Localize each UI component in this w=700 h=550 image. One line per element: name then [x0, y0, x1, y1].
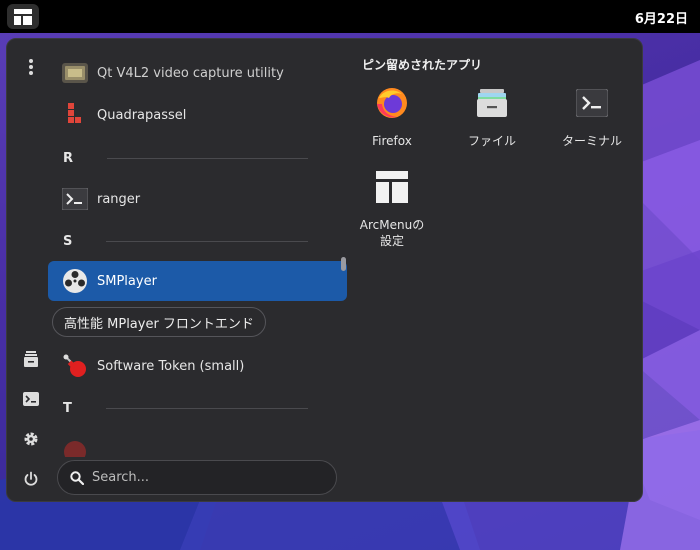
search-icon: [70, 470, 84, 485]
section-header-s: S: [63, 231, 308, 251]
more-options-button[interactable]: [17, 53, 45, 81]
gear-icon: [24, 432, 38, 446]
pinned-app-files[interactable]: ファイル: [444, 77, 540, 157]
app-label: Software Token (small): [97, 358, 245, 374]
pinned-app-label-line1: ArcMenuの: [359, 218, 425, 232]
smplayer-icon: [61, 267, 89, 295]
arcmenu-icon: [374, 169, 410, 205]
pinned-app-firefox[interactable]: Firefox: [344, 77, 440, 157]
app-item-partial[interactable]: [48, 425, 347, 457]
pinned-app-label-line2: 設定: [379, 234, 404, 248]
top-bar: 6月22日: [0, 0, 700, 33]
app-item-ranger[interactable]: ranger: [48, 179, 347, 219]
app-item-software-token[interactable]: Software Token (small): [48, 346, 347, 386]
app-item-smplayer[interactable]: SMPlayer: [48, 261, 347, 301]
section-header-r: R: [63, 148, 308, 168]
power-icon: [24, 471, 38, 486]
quadrapassel-icon: [61, 101, 89, 129]
terminal-icon: [23, 392, 39, 406]
pinned-app-label: Firefox: [372, 134, 412, 148]
clock[interactable]: 6月22日: [635, 8, 688, 27]
terminal-icon: [61, 185, 89, 213]
terminal-shortcut-button[interactable]: [17, 385, 45, 413]
app-list[interactable]: Qt V4L2 video capture utility Quadrapass…: [47, 53, 347, 457]
terminal-icon: [574, 85, 610, 121]
app-description-tooltip: 高性能 MPlayer フロントエンド: [52, 307, 266, 337]
arcmenu-panel: Qt V4L2 video capture utility Quadrapass…: [6, 38, 643, 502]
pinned-apps-title: ピン留めされたアプリ: [362, 58, 483, 72]
app-item-quadrapassel[interactable]: Quadrapassel: [48, 95, 347, 135]
app-label: ranger: [97, 191, 141, 207]
side-bar: [13, 47, 49, 497]
files-icon: [24, 351, 38, 367]
power-button[interactable]: [17, 465, 45, 493]
webcam-icon: [61, 59, 89, 87]
app-icon-partial: [61, 431, 89, 457]
section-header-t: T: [63, 398, 308, 418]
token-icon: [61, 352, 89, 380]
pinned-app-arcmenu-settings[interactable]: ArcMenuの 設定: [344, 161, 440, 261]
pinned-app-label: ファイル: [467, 134, 516, 148]
vertical-dots-icon: [29, 59, 33, 75]
files-shortcut-button[interactable]: [17, 345, 45, 373]
arcmenu-icon: [14, 8, 32, 25]
app-label: Qt V4L2 video capture utility: [97, 65, 284, 81]
app-label: SMPlayer: [97, 273, 157, 289]
firefox-icon: [374, 85, 410, 121]
search-box[interactable]: [57, 460, 337, 495]
files-icon: [474, 85, 510, 121]
app-label: Quadrapassel: [97, 107, 187, 123]
settings-button[interactable]: [17, 425, 45, 453]
search-input[interactable]: [92, 470, 312, 485]
arcmenu-button[interactable]: [7, 4, 39, 29]
pinned-app-terminal[interactable]: ターミナル: [544, 77, 640, 157]
pinned-app-label: ターミナル: [561, 134, 622, 148]
app-item-qt-v4l2[interactable]: Qt V4L2 video capture utility: [48, 53, 347, 93]
